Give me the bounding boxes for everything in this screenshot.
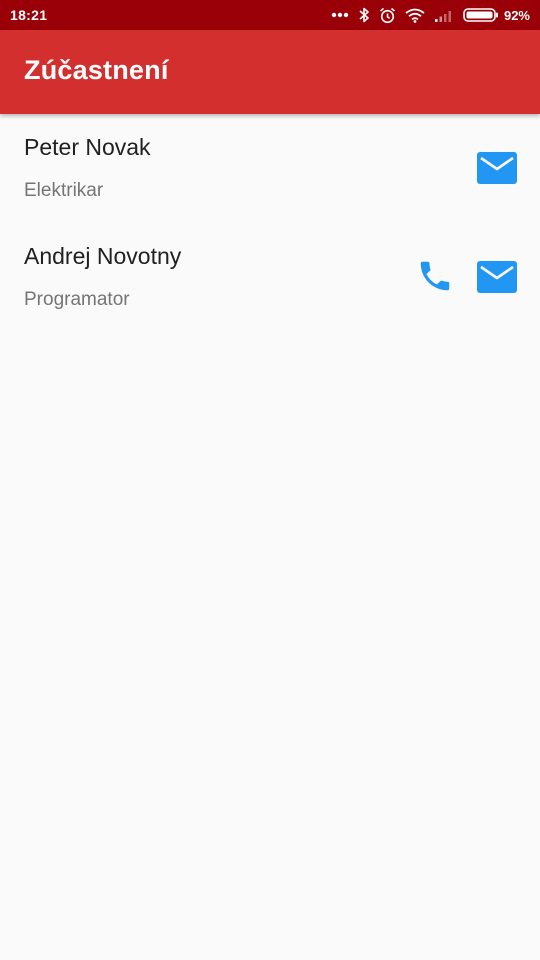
participant-role: Programator [24, 289, 130, 310]
participant-name: Peter Novak [24, 134, 151, 160]
bluetooth-icon [358, 7, 370, 23]
list-item[interactable]: Andrej Novotny Programator [0, 223, 540, 332]
more-dots-icon [331, 12, 349, 18]
participants-list: Peter Novak Elektrikar Andrej Novotny Pr… [0, 114, 540, 332]
status-time: 18:21 [10, 7, 48, 23]
app-bar: Zúčastnení [0, 30, 540, 114]
participant-role: Elektrikar [24, 180, 104, 201]
status-icons: 92% [331, 3, 530, 27]
alarm-icon [379, 7, 396, 24]
battery-icon [463, 8, 499, 22]
battery-percent: 92% [503, 7, 530, 23]
mail-icon[interactable] [475, 255, 519, 299]
status-bar: 18:21 92% [0, 0, 540, 30]
page-title: Zúčastnení [24, 55, 169, 85]
list-item[interactable]: Peter Novak Elektrikar [0, 114, 540, 223]
signal-icon [434, 8, 454, 22]
participant-name: Andrej Novotny [24, 243, 182, 269]
mail-icon[interactable] [475, 146, 519, 190]
phone-icon[interactable] [413, 254, 457, 298]
wifi-icon [405, 8, 425, 23]
